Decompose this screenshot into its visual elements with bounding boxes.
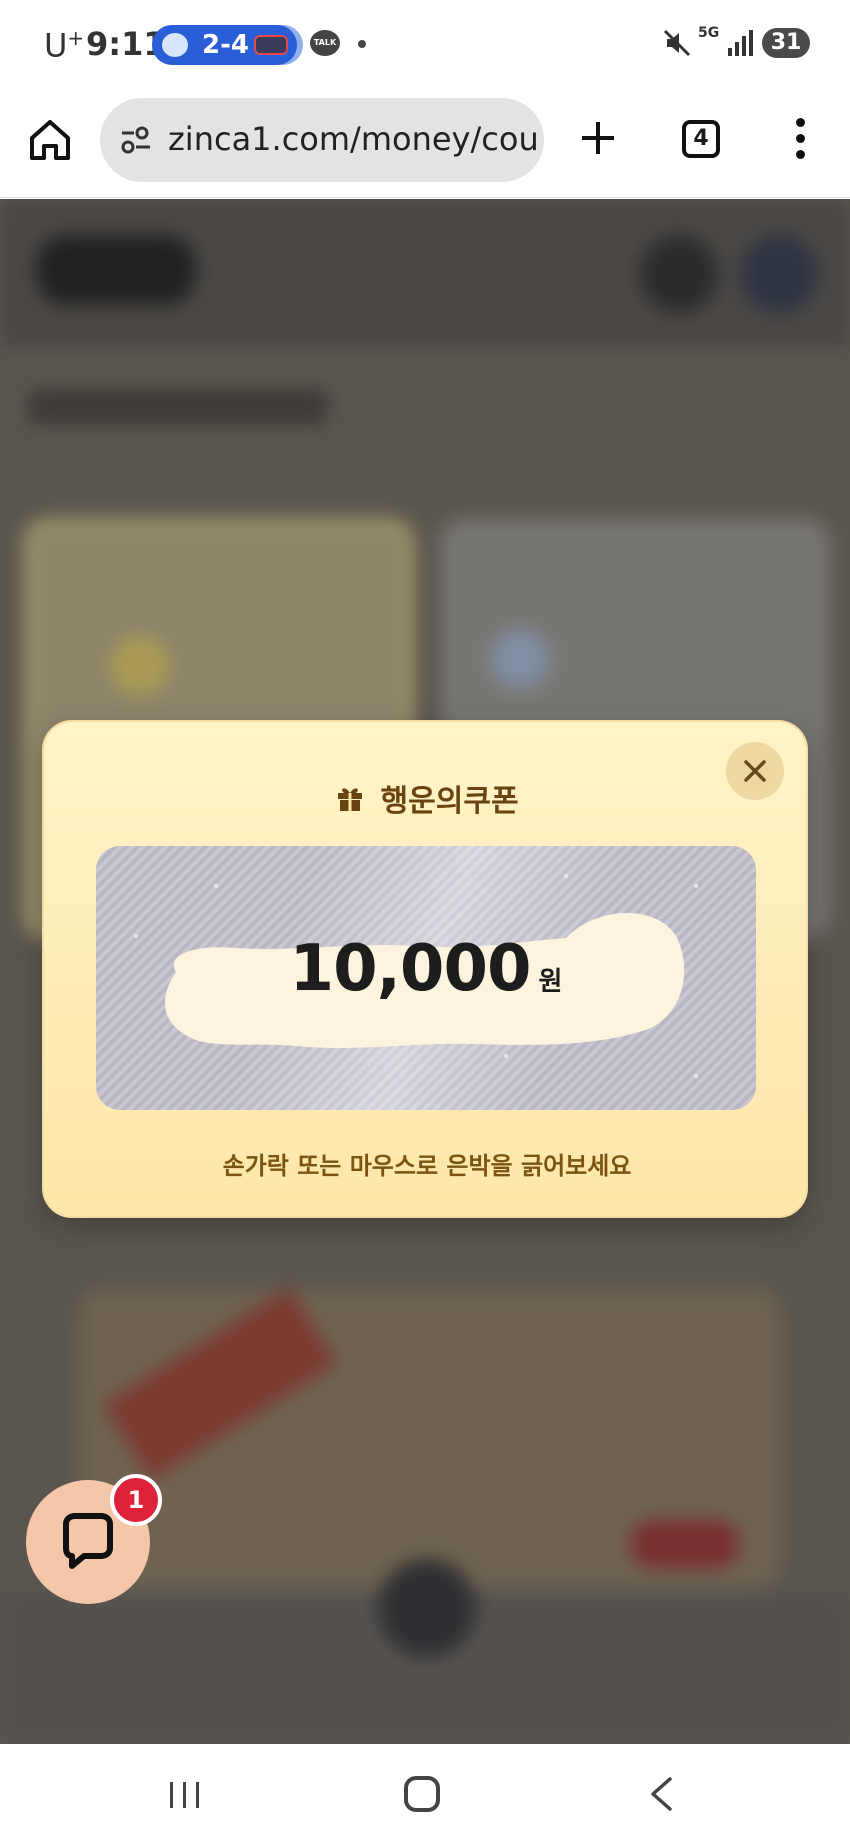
tab-switcher-button[interactable]: 4 — [682, 120, 720, 158]
section-title — [28, 389, 328, 425]
battery-indicator: 31 — [762, 28, 810, 58]
live-score-chip: 2-4 — [152, 25, 297, 65]
signal-icon — [728, 30, 753, 56]
menu-button — [740, 235, 818, 313]
prize-amount: 10,000 — [289, 932, 532, 1006]
back-icon[interactable] — [648, 1776, 674, 1812]
gift-icon — [338, 788, 363, 811]
center-fab — [378, 1559, 476, 1657]
prize-unit: 원 — [538, 967, 563, 997]
mute-icon — [663, 29, 691, 57]
scratch-card[interactable]: 10,000 원 — [96, 846, 756, 1110]
address-bar[interactable]: zinca1.com/money/coup — [100, 98, 544, 182]
chat-unread-badge: 1 — [110, 1474, 162, 1526]
prize-value: 10,000 원 — [96, 932, 756, 1006]
more-notifications-dot — [358, 40, 366, 48]
status-bar: U+ 9:11 2-4 TALK 5G 31 — [0, 0, 850, 90]
url-text[interactable]: zinca1.com/money/coup — [168, 120, 538, 158]
lucky-coupon-modal: 행운의쿠폰 10,000 원 손가락 또는 마우스로 은박을 긁어보세요 — [42, 720, 808, 1218]
modal-header: 행운의쿠폰 — [44, 776, 810, 820]
new-tab-icon[interactable] — [578, 118, 618, 158]
home-icon[interactable] — [26, 116, 74, 164]
modal-title: 행운의쿠폰 — [380, 784, 519, 819]
system-navigation-bar — [0, 1744, 850, 1842]
live-score: 2-4 — [202, 30, 249, 60]
team-logo-icon — [254, 35, 288, 55]
team-logo-icon — [162, 33, 188, 57]
browser-toolbar: zinca1.com/money/coup 4 — [0, 90, 850, 198]
site-settings-icon[interactable] — [120, 126, 152, 154]
page-header — [0, 199, 850, 349]
recents-icon[interactable] — [168, 1780, 202, 1810]
scratch-hint: 손가락 또는 마우스로 은박을 긁어보세요 — [222, 1152, 632, 1180]
kakaotalk-icon: TALK — [310, 30, 340, 56]
home-nav-icon[interactable] — [404, 1776, 440, 1812]
carrier-label: U+ — [44, 26, 85, 65]
network-type: 5G — [698, 25, 720, 41]
site-logo — [36, 235, 196, 305]
more-menu-icon[interactable] — [790, 118, 810, 162]
chat-icon — [63, 1513, 113, 1569]
ticket-button — [630, 1519, 740, 1569]
profile-button — [640, 235, 718, 313]
